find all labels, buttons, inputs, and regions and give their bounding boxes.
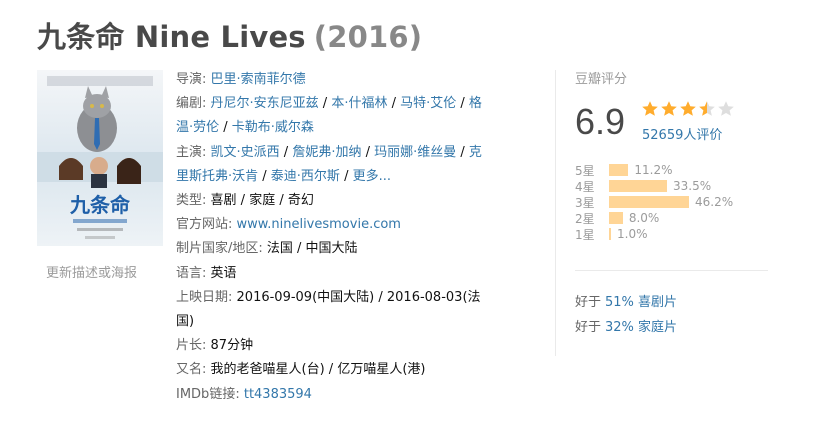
distribution-percent: 33.5%	[673, 179, 712, 193]
better-than-row: 好于 32% 家庭片	[575, 316, 677, 341]
country-row: 制片国家/地区: 法国 / 中国大陆	[176, 237, 488, 261]
better-than-row: 好于 51% 喜剧片	[575, 291, 677, 316]
writer-link[interactable]: 卡勒布·威尔森	[232, 120, 314, 135]
cast-link[interactable]: 玛丽娜·维丝曼	[374, 145, 456, 160]
horizontal-divider	[575, 270, 768, 271]
distribution-label: 5星	[575, 163, 595, 178]
better-than-link[interactable]: 32% 家庭片	[605, 320, 677, 335]
rating-distribution: 5星 11.2% 4星 33.5% 3星 46.2% 2星 8.0% 1星 1.0%	[575, 162, 771, 242]
movie-year: (2016)	[313, 20, 423, 54]
distribution-percent: 11.2%	[634, 163, 673, 177]
star-full-icon	[680, 101, 696, 116]
vote-count-link[interactable]: 52659人评价	[642, 124, 722, 143]
rating-distribution-row: 4星 33.5%	[575, 178, 771, 194]
imdb-label: IMDb链接:	[176, 386, 240, 402]
writer-link[interactable]: 马特·艾伦	[400, 96, 456, 111]
genre-value: 喜剧	[210, 193, 237, 209]
better-than-prefix: 好于	[575, 295, 602, 310]
star-full-icon	[642, 101, 658, 116]
aka-label: 又名:	[176, 362, 207, 378]
imdb-row: IMDb链接: tt4383594	[176, 383, 488, 407]
star-half-icon	[699, 101, 715, 116]
cast-more-link[interactable]: 更多...	[353, 169, 391, 184]
poster-title-text: 九条命	[69, 193, 131, 217]
director-label: 导演:	[176, 72, 207, 87]
vertical-divider	[555, 70, 556, 356]
movie-title: 九条命 Nine Lives	[37, 20, 306, 54]
better-than-link[interactable]: 51% 喜剧片	[605, 295, 677, 310]
release-date: 2016-09-09(中国大陆)	[236, 289, 375, 305]
update-poster-link[interactable]: 更新描述或海报	[46, 262, 137, 281]
runtime-value: 87分钟	[210, 338, 254, 354]
website-label: 官方网站:	[176, 217, 233, 233]
distribution-bar	[609, 228, 611, 240]
aka-value: 我的老爸喵星人(台) / 亿万喵星人(港)	[210, 362, 426, 378]
distribution-bar	[609, 212, 623, 224]
language-label: 语言:	[176, 265, 207, 281]
genre-value: 家庭	[249, 193, 276, 209]
movie-poster[interactable]: 九条命	[37, 70, 163, 246]
country-label: 制片国家/地区:	[176, 241, 263, 257]
rating-distribution-row: 1星 1.0%	[575, 226, 771, 242]
runtime-label: 片长:	[176, 338, 207, 354]
release-label: 上映日期:	[176, 289, 233, 305]
star-empty-icon	[718, 101, 734, 116]
aka-row: 又名: 我的老爸喵星人(台) / 亿万喵星人(港)	[176, 358, 488, 382]
rating-stars	[641, 100, 735, 118]
writer-link[interactable]: 本·什福林	[331, 96, 387, 111]
distribution-label: 1星	[575, 227, 595, 242]
rating-score: 6.9	[575, 101, 626, 142]
distribution-percent: 8.0%	[628, 211, 660, 225]
cast-link[interactable]: 凯文·史派西	[211, 145, 280, 160]
release-row: 上映日期: 2016-09-09(中国大陆) / 2016-08-03(法国)	[176, 289, 481, 330]
genre-label: 类型:	[176, 193, 207, 209]
genre-value: 奇幻	[287, 193, 314, 209]
star-full-icon	[661, 101, 677, 116]
writer-label: 编剧:	[176, 96, 207, 112]
better-than-prefix: 好于	[575, 319, 602, 335]
director-link[interactable]: 巴里·索南菲尔德	[211, 72, 306, 87]
rating-distribution-row: 3星 46.2%	[575, 194, 771, 210]
director-row: 导演: 巴里·索南菲尔德	[176, 68, 488, 92]
better-than: 好于 51% 喜剧片 好于 32% 家庭片	[575, 291, 677, 340]
writer-link[interactable]: 丹尼尔·安东尼亚兹	[211, 96, 319, 111]
distribution-bar	[609, 180, 667, 192]
rating-panel: 豆瓣评分 6.9 52659人评价 5星 11.2% 4星 33.5% 3星 46.2% 2…	[575, 68, 771, 242]
website-link[interactable]: www.ninelivesmovie.com	[237, 217, 401, 232]
distribution-percent: 46.2%	[695, 195, 734, 209]
cast-link[interactable]: 詹妮弗·加纳	[292, 145, 361, 160]
distribution-bar	[609, 164, 629, 176]
writer-row: 编剧: 丹尼尔·安东尼亚兹 / 本·什福林 / 马特·艾伦 / 格温·劳伦 / …	[176, 96, 482, 136]
poster-image: 九条命	[37, 70, 163, 246]
page-title: 九条命 Nine Lives (2016)	[37, 14, 422, 56]
cast-row: 主演: 凯文·史派西 / 詹妮弗·加纳 / 玛丽娜·维丝曼 / 克里斯托弗·沃肯…	[176, 144, 482, 184]
language-value: 英语	[210, 265, 237, 281]
rating-distribution-row: 2星 8.0%	[575, 210, 771, 226]
distribution-percent: 1.0%	[617, 227, 648, 241]
rating-distribution-row: 5星 11.2%	[575, 162, 771, 178]
cast-link[interactable]: 泰迪·西尔斯	[271, 169, 340, 184]
website-row: 官方网站: www.ninelivesmovie.com	[176, 213, 488, 237]
distribution-bar	[609, 196, 689, 208]
genre-row: 类型: 喜剧 / 家庭 / 奇幻	[176, 193, 314, 209]
distribution-label: 4星	[575, 179, 595, 194]
distribution-label: 2星	[575, 211, 595, 226]
country-value: 法国 / 中国大陆	[266, 241, 358, 257]
imdb-link[interactable]: tt4383594	[244, 387, 312, 402]
rating-label: 豆瓣评分	[575, 72, 628, 87]
runtime-row: 片长: 87分钟	[176, 334, 488, 358]
movie-info: 导演: 巴里·索南菲尔德 编剧: 丹尼尔·安东尼亚兹 / 本·什福林 / 马特·…	[176, 68, 488, 407]
distribution-label: 3星	[575, 195, 595, 210]
cast-label: 主演:	[176, 144, 207, 160]
language-row: 语言: 英语	[176, 262, 488, 286]
